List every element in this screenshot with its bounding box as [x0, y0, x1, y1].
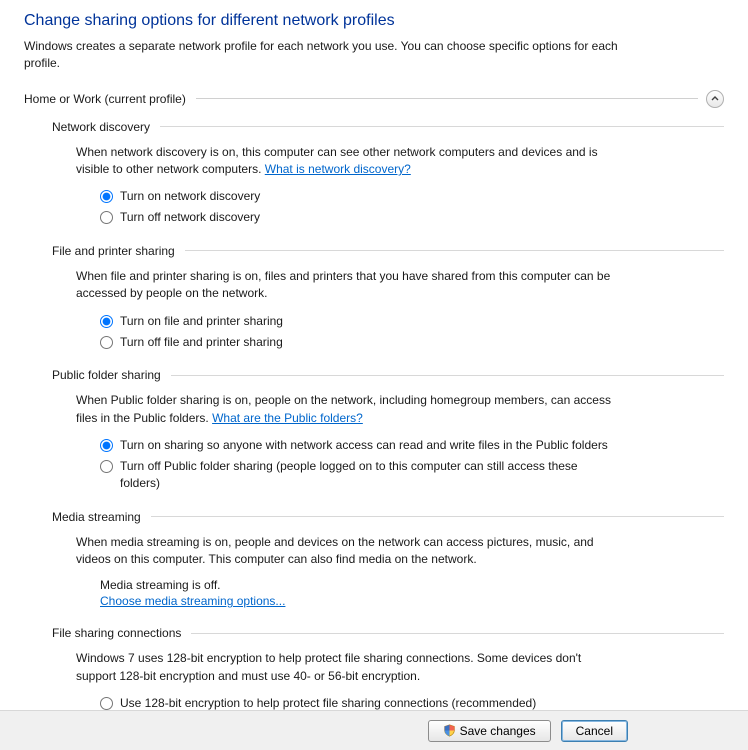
section-file-sharing-connections: File sharing connections Windows 7 uses … — [52, 626, 724, 710]
chevron-up-icon — [711, 95, 719, 103]
save-changes-button[interactable]: Save changes — [428, 720, 551, 742]
radio-label: Use 128-bit encryption to help protect f… — [120, 695, 536, 710]
section-description: When Public folder sharing is on, people… — [76, 392, 616, 427]
radio-label: Turn on network discovery — [120, 188, 260, 205]
section-title: File and printer sharing — [52, 244, 175, 258]
radio-input[interactable] — [100, 211, 113, 224]
divider — [160, 126, 724, 127]
section-media-streaming: Media streaming When media streaming is … — [52, 510, 724, 609]
link-what-are-public-folders[interactable]: What are the Public folders? — [212, 411, 363, 425]
section-title: Public folder sharing — [52, 368, 161, 382]
link-choose-media-streaming[interactable]: Choose media streaming options... — [100, 594, 285, 608]
section-description: When file and printer sharing is on, fil… — [76, 268, 616, 303]
link-what-is-network-discovery[interactable]: What is network discovery? — [265, 162, 411, 176]
divider — [185, 250, 724, 251]
button-label: Save changes — [460, 724, 536, 738]
divider — [196, 98, 698, 99]
radio-input[interactable] — [100, 697, 113, 710]
shield-icon — [443, 724, 456, 737]
media-streaming-status: Media streaming is off. — [100, 578, 616, 592]
divider — [151, 516, 724, 517]
radio-input[interactable] — [100, 315, 113, 328]
radio-public-folder-off[interactable]: Turn off Public folder sharing (people l… — [100, 458, 616, 492]
radio-label: Turn on file and printer sharing — [120, 313, 283, 330]
profile-header-label: Home or Work (current profile) — [24, 92, 186, 106]
radio-public-folder-on[interactable]: Turn on sharing so anyone with network a… — [100, 437, 616, 454]
radio-label: Turn on sharing so anyone with network a… — [120, 437, 608, 454]
divider — [171, 375, 724, 376]
button-bar: Save changes Cancel — [0, 710, 748, 750]
collapse-toggle[interactable] — [706, 90, 724, 108]
section-file-printer-sharing: File and printer sharing When file and p… — [52, 244, 724, 350]
section-network-discovery: Network discovery When network discovery… — [52, 120, 724, 226]
radio-input[interactable] — [100, 190, 113, 203]
section-title: Media streaming — [52, 510, 141, 524]
radio-label: Turn off file and printer sharing — [120, 334, 283, 351]
section-public-folder-sharing: Public folder sharing When Public folder… — [52, 368, 724, 491]
section-title: Network discovery — [52, 120, 150, 134]
radio-file-printer-on[interactable]: Turn on file and printer sharing — [100, 313, 616, 330]
cancel-button[interactable]: Cancel — [561, 720, 628, 742]
radio-input[interactable] — [100, 336, 113, 349]
page-description: Windows creates a separate network profi… — [24, 38, 624, 72]
radio-file-printer-off[interactable]: Turn off file and printer sharing — [100, 334, 616, 351]
section-title: File sharing connections — [52, 626, 181, 640]
section-description: When media streaming is on, people and d… — [76, 534, 616, 569]
button-label: Cancel — [576, 724, 613, 738]
radio-network-discovery-off[interactable]: Turn off network discovery — [100, 209, 616, 226]
section-description: Windows 7 uses 128-bit encryption to hel… — [76, 650, 616, 685]
radio-input[interactable] — [100, 439, 113, 452]
radio-label: Turn off Public folder sharing (people l… — [120, 458, 616, 492]
section-description: When network discovery is on, this compu… — [76, 144, 616, 179]
radio-input[interactable] — [100, 460, 113, 473]
divider — [191, 633, 724, 634]
profile-header: Home or Work (current profile) — [24, 90, 724, 108]
radio-network-discovery-on[interactable]: Turn on network discovery — [100, 188, 616, 205]
radio-label: Turn off network discovery — [120, 209, 260, 226]
radio-encryption-128[interactable]: Use 128-bit encryption to help protect f… — [100, 695, 616, 710]
page-title: Change sharing options for different net… — [24, 12, 724, 30]
